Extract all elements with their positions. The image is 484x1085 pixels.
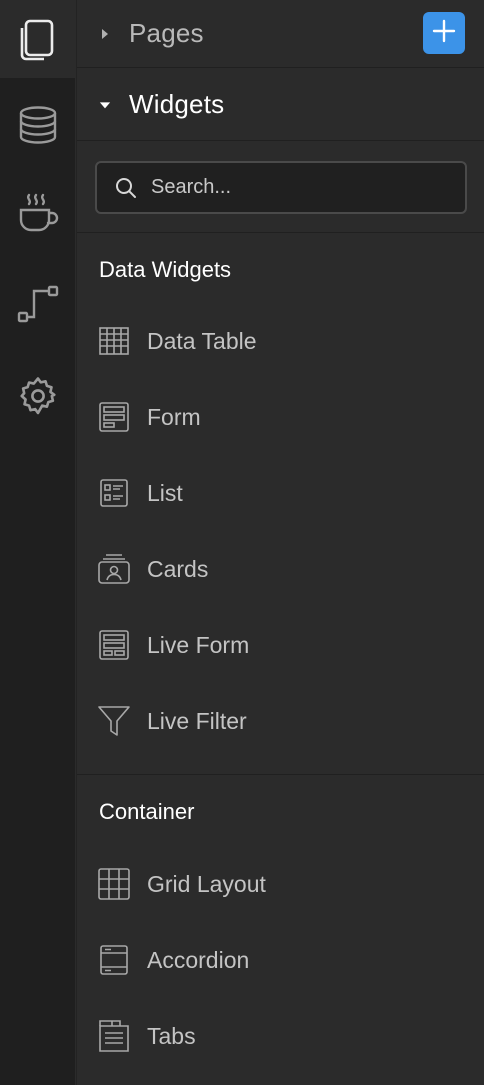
grid-layout-icon [97, 867, 131, 901]
widget-item-form[interactable]: Form [77, 387, 484, 447]
form-icon [97, 400, 131, 434]
pages-section-header[interactable]: Pages [77, 0, 484, 68]
pages-title: Pages [129, 18, 204, 48]
pages-icon [18, 17, 58, 61]
group-title-data-widgets: Data Widgets [99, 257, 232, 282]
widget-label: Live Filter [147, 707, 247, 734]
widget-item-grid-layout[interactable]: Grid Layout [77, 854, 484, 914]
flow-icon [16, 282, 60, 326]
database-icon [18, 105, 58, 145]
add-page-button[interactable] [423, 12, 465, 54]
search-icon [115, 177, 137, 199]
widgets-section-header[interactable]: Widgets [77, 69, 484, 141]
group-divider [77, 774, 484, 775]
search-box[interactable] [95, 161, 467, 214]
widgets-title: Widgets [129, 89, 225, 119]
caret-down-icon [99, 99, 111, 111]
cards-icon [97, 552, 131, 586]
plus-icon [432, 19, 456, 48]
rail-item-flow[interactable] [0, 265, 75, 343]
rail-item-pages[interactable] [0, 0, 75, 78]
caret-right-icon [99, 28, 111, 40]
widget-label: Data Table [147, 327, 257, 354]
widget-item-live-form[interactable]: Live Form [77, 615, 484, 675]
list-icon [97, 476, 131, 510]
widget-item-list[interactable]: List [77, 463, 484, 523]
tabs-icon [97, 1019, 131, 1053]
widget-item-data-table[interactable]: Data Table [77, 311, 484, 371]
widget-item-live-filter[interactable]: Live Filter [77, 691, 484, 751]
rail-item-settings[interactable] [0, 357, 75, 435]
widget-label: Tabs [147, 1022, 196, 1049]
widget-label: Accordion [147, 946, 250, 973]
widget-label: Form [147, 403, 201, 430]
rail-item-java[interactable] [0, 175, 75, 253]
filter-icon [97, 704, 131, 738]
app-window: Pages Widgets Search... Data Widgets Dat… [0, 0, 484, 1085]
rail-item-database[interactable] [0, 86, 75, 164]
widget-label: Live Form [147, 631, 250, 658]
coffee-cup-icon [17, 192, 59, 236]
left-rail [0, 0, 75, 1085]
widget-label: Cards [147, 555, 209, 582]
search-input[interactable] [151, 176, 451, 199]
group-title-container: Container [99, 799, 195, 824]
widget-item-accordion[interactable]: Accordion [77, 930, 484, 990]
accordion-icon [97, 943, 131, 977]
widgets-panel: Pages Widgets Search... Data Widgets Dat… [76, 0, 484, 1085]
widget-label: List [147, 479, 183, 506]
data-table-icon [97, 324, 131, 358]
search-area [77, 142, 484, 233]
widget-label: Grid Layout [147, 870, 266, 897]
widget-item-tabs[interactable]: Tabs [77, 1006, 484, 1066]
widget-item-cards[interactable]: Cards [77, 539, 484, 599]
gear-icon [17, 375, 59, 417]
live-form-icon [97, 628, 131, 662]
